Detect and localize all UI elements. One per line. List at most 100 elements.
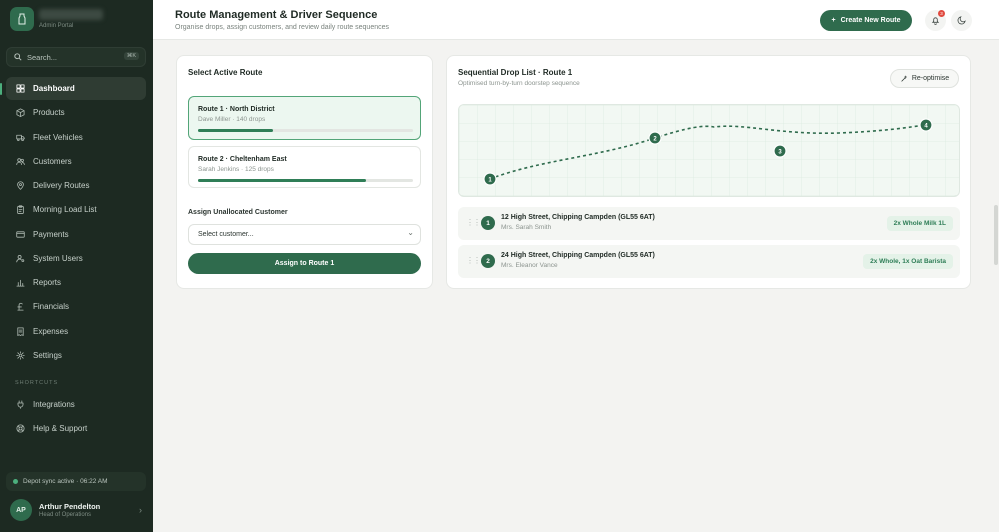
search-input[interactable]: Search... ⌘K (6, 47, 146, 67)
sidebar-item-dashboard[interactable]: Dashboard (6, 77, 146, 100)
sidebar-item-financials[interactable]: Financials (6, 295, 146, 318)
grid-icon (16, 84, 25, 93)
gear-icon (16, 351, 25, 360)
chevron-right-icon: › (139, 505, 142, 515)
clipboard-icon (17, 205, 24, 215)
select-route-title: Select Active Route (188, 68, 263, 77)
truck-icon (16, 134, 25, 141)
sidebar-item-expenses[interactable]: Expenses (6, 320, 146, 343)
reoptimise-label: Re-optimise (911, 75, 950, 82)
sidebar-item-settings[interactable]: Settings (6, 344, 146, 367)
drop-number: 1 (481, 216, 495, 230)
sidebar-item-payments[interactable]: Payments (6, 223, 146, 246)
map-marker-1[interactable]: 1 (483, 172, 497, 186)
users-icon (16, 158, 25, 165)
page-title: Route Management & Driver Sequence (175, 9, 378, 21)
credit-card-icon (16, 230, 25, 238)
sidebar-item-label: Reports (33, 278, 62, 288)
notification-badge: 3 (938, 10, 945, 17)
drop-list-item[interactable]: ⋮⋮ 2 24 High Street, Chipping Campden (G… (458, 245, 960, 278)
bell-icon (931, 17, 940, 25)
sidebar-item-label: Settings (33, 350, 62, 360)
sidebar-item-products[interactable]: Products (6, 101, 146, 124)
map-marker-3[interactable]: 3 (773, 144, 787, 158)
notifications-button[interactable]: 3 (925, 10, 946, 31)
sidebar: Admin Portal Search... ⌘K Dashboard Produ… (0, 0, 153, 532)
drop-list-item[interactable]: ⋮⋮ 1 12 High Street, Chipping Campden (G… (458, 207, 960, 240)
page-scrollbar[interactable] (994, 205, 998, 265)
map-marker-2[interactable]: 2 (648, 131, 662, 145)
box-icon (16, 108, 25, 118)
drop-address: 24 High Street, Chipping Campden (GL55 6… (501, 252, 655, 259)
pound-icon (17, 303, 24, 311)
sidebar-item-label: Expenses (33, 326, 69, 336)
sidebar-item-integrations[interactable]: Integrations (6, 393, 146, 416)
drop-list-card: Sequential Drop List · Route 1 Optimised… (446, 55, 971, 289)
sync-status: Depot sync active · 06:22 AM (6, 472, 146, 491)
shortcuts-heading: SHORTCUTS (15, 380, 59, 386)
receipt-icon (17, 327, 24, 336)
route-option-1[interactable]: Route 1 · North District Dave Miller · 1… (188, 96, 421, 140)
map-pin-icon (17, 181, 24, 190)
brand-subtitle: Admin Portal (39, 23, 74, 29)
bar-chart-icon (16, 279, 25, 287)
sidebar-item-fleet-vehicles[interactable]: Fleet Vehicles (6, 126, 146, 149)
create-new-route-button[interactable]: + Create New Route (820, 10, 912, 31)
brand[interactable]: Admin Portal (10, 7, 146, 33)
customer-select-value: Select customer... (198, 231, 254, 238)
sidebar-item-reports[interactable]: Reports (6, 271, 146, 294)
drag-handle-icon[interactable]: ⋮⋮ (466, 218, 481, 227)
route-progress-fill (198, 129, 274, 132)
sidebar-item-label: Customers (33, 156, 72, 166)
drop-customer: Mrs. Eleanor Vance (501, 262, 558, 269)
plus-icon: + (831, 17, 836, 24)
route-option-2[interactable]: Route 2 · Cheltenham East Sarah Jenkins … (188, 146, 421, 188)
drop-order-badge: 2x Whole Milk 1L (886, 216, 953, 231)
sync-status-text: Depot sync active · 06:22 AM (23, 478, 108, 485)
map-grid (459, 105, 959, 196)
drop-address: 12 High Street, Chipping Campden (GL55 6… (501, 214, 655, 221)
search-icon (14, 53, 22, 61)
sidebar-item-customers[interactable]: Customers (6, 150, 146, 173)
search-placeholder: Search... (27, 52, 58, 62)
sidebar-item-morning-load-list[interactable]: Morning Load List (6, 198, 146, 221)
map-marker-4[interactable]: 4 (919, 118, 933, 132)
sidebar-item-label: Morning Load List (33, 205, 97, 215)
drop-customer: Mrs. Sarah Smith (501, 224, 552, 231)
sidebar-item-delivery-routes[interactable]: Delivery Routes (6, 174, 146, 197)
moon-icon (957, 16, 966, 25)
sidebar-item-label: Fleet Vehicles (33, 132, 83, 142)
route-map-canvas: 1 2 3 4 (459, 105, 959, 196)
drop-list-title: Sequential Drop List · Route 1 (458, 68, 573, 77)
lifebuoy-icon (16, 424, 25, 433)
assign-customer-label: Assign Unallocated Customer (188, 209, 288, 216)
user-profile[interactable]: AP Arthur Pendelton Head of Operations › (10, 499, 146, 523)
drop-list-subtitle: Optimised turn-by-turn doorstep sequence (458, 80, 580, 87)
page-subtitle: Organise drops, assign customers, and re… (175, 24, 389, 31)
sidebar-item-label: Dashboard (33, 84, 75, 93)
reoptimise-button[interactable]: Re-optimise (890, 69, 959, 88)
route-driver-info: Sarah Jenkins · 125 drops (198, 166, 274, 173)
chevron-down-icon: ⌄ (407, 228, 414, 237)
top-header: Route Management & Driver Sequence Organ… (153, 0, 999, 40)
user-cog-icon (16, 254, 25, 263)
sidebar-item-label: Products (33, 108, 65, 118)
route-name: Route 1 · North District (198, 106, 275, 113)
sidebar-item-label: Integrations (33, 400, 75, 409)
drag-handle-icon[interactable]: ⋮⋮ (466, 256, 481, 265)
active-indicator (0, 83, 2, 95)
user-role: Head of Operations (39, 512, 92, 518)
main-nav: Dashboard Products Fleet Vehicles Customers… (6, 77, 146, 368)
route-map[interactable]: 1 2 3 4 (458, 104, 960, 197)
assign-to-route-button[interactable]: Assign to Route 1 (188, 253, 421, 274)
sidebar-item-label: System Users (33, 253, 83, 263)
user-name: Arthur Pendelton (39, 502, 101, 511)
avatar: AP (10, 499, 32, 521)
drop-number: 2 (481, 254, 495, 268)
customer-select[interactable]: Select customer... ⌄ (188, 224, 421, 245)
sidebar-item-system-users[interactable]: System Users (6, 247, 146, 270)
brand-name-redacted (39, 9, 103, 20)
magic-wand-icon (901, 75, 907, 82)
sidebar-item-help-support[interactable]: Help & Support (6, 417, 146, 440)
theme-toggle-button[interactable] (951, 10, 972, 31)
